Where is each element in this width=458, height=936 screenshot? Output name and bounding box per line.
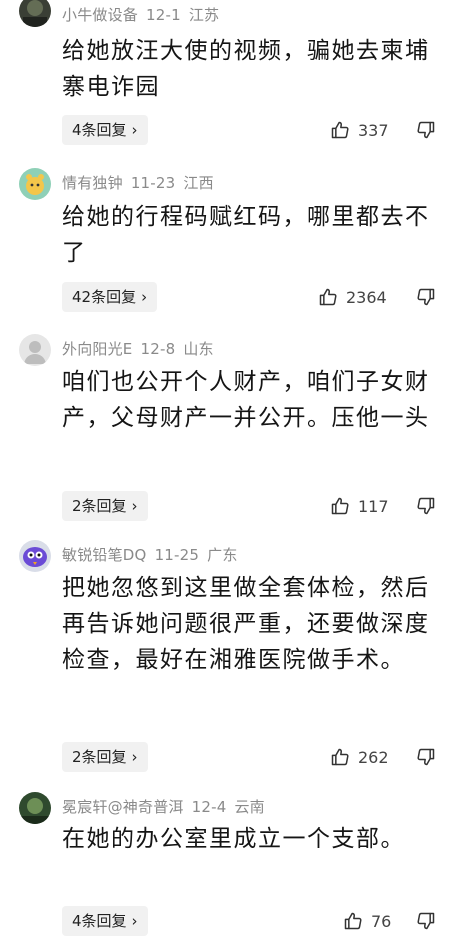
comment-text: 给她的行程码赋红码，哪里都去不了 [62, 204, 430, 266]
comment-meta: 冕宸轩@神奇普洱 12-4 云南 [62, 796, 273, 817]
username[interactable]: 敏锐铅笔DQ [62, 546, 147, 564]
view-replies-button[interactable]: 42条回复 › [62, 282, 158, 312]
chevron-right-icon: › [141, 288, 148, 306]
comment-text: 在她的办公室里成立一个支部。 [62, 826, 405, 852]
thumbs-up-icon [344, 912, 362, 930]
comment-date: 12-4 [191, 798, 227, 816]
comment-text: 把她忽悠到这里做全套体检，然后再告诉她问题很严重，还要做深度检查，最好在湘雅医院… [62, 575, 430, 673]
comment-meta: 外向阳光E 12-8 山东 [62, 338, 222, 359]
chevron-right-icon: › [131, 121, 138, 139]
chevron-right-icon: › [131, 497, 138, 515]
like-button[interactable]: 76 [343, 906, 423, 936]
comment-date: 11-23 [130, 174, 176, 192]
like-button[interactable]: 337 [330, 115, 410, 145]
view-replies-button[interactable]: 4条回复 › [62, 906, 148, 936]
chevron-right-icon: › [131, 912, 138, 930]
reply-count: 42条回复 [72, 288, 137, 306]
like-count: 337 [358, 120, 389, 140]
like-button[interactable]: 2364 [318, 282, 398, 312]
thumbs-up-icon [331, 121, 349, 139]
avatar[interactable] [19, 168, 51, 200]
dislike-button[interactable] [416, 282, 440, 312]
comment-location: 广东 [207, 546, 238, 564]
comment-date: 12-1 [146, 6, 181, 24]
comment-meta: 敏锐铅笔DQ 11-25 广东 [62, 544, 246, 565]
username[interactable]: 情有独钟 [62, 174, 123, 192]
reply-count: 4条回复 [72, 121, 127, 139]
chevron-right-icon: › [131, 748, 138, 766]
reply-count: 4条回复 [72, 912, 127, 930]
thumbs-down-icon [417, 748, 435, 766]
username[interactable]: 冕宸轩@神奇普洱 [62, 798, 184, 816]
thumbs-up-icon [331, 497, 349, 515]
thumbs-down-icon [417, 912, 435, 930]
thumbs-up-icon [331, 748, 349, 766]
reply-count: 2条回复 [72, 497, 127, 515]
avatar[interactable] [19, 540, 51, 572]
dislike-button[interactable] [416, 115, 440, 145]
comment-location: 江苏 [188, 6, 220, 24]
comment-date: 12-8 [140, 340, 176, 358]
like-button[interactable]: 117 [330, 491, 410, 521]
comment-text: 咱们也公开个人财产，咱们子女财产，父母财产一并公开。压他一头 [62, 369, 430, 431]
thumbs-down-icon [417, 497, 435, 515]
like-count: 262 [358, 747, 389, 767]
like-count: 117 [358, 496, 389, 516]
comment-text: 给她放汪大使的视频，骗她去柬埔寨电诈园 [62, 38, 430, 100]
dislike-button[interactable] [416, 906, 440, 936]
like-button[interactable]: 262 [330, 742, 410, 772]
thumbs-up-icon [319, 288, 337, 306]
reply-count: 2条回复 [72, 748, 127, 766]
avatar[interactable] [19, 792, 51, 824]
comment-location: 山东 [183, 340, 214, 358]
dislike-button[interactable] [416, 742, 440, 772]
comment-location: 江西 [183, 174, 214, 192]
thumbs-down-icon [417, 288, 435, 306]
view-replies-button[interactable]: 4条回复 › [62, 115, 148, 145]
comment-meta: 小牛做设备 12-1 江苏 [62, 4, 227, 25]
view-replies-button[interactable]: 2条回复 › [62, 742, 148, 772]
thumbs-down-icon [417, 121, 435, 139]
username[interactable]: 外向阳光E [62, 340, 132, 358]
comment-meta: 情有独钟 11-23 江西 [62, 172, 222, 193]
like-count: 76 [371, 911, 392, 931]
like-count: 2364 [346, 287, 387, 307]
avatar[interactable] [19, 0, 51, 27]
username[interactable]: 小牛做设备 [62, 6, 138, 24]
comment-location: 云南 [234, 798, 265, 816]
view-replies-button[interactable]: 2条回复 › [62, 491, 148, 521]
dislike-button[interactable] [416, 491, 440, 521]
comment-date: 11-25 [154, 546, 200, 564]
avatar[interactable] [19, 334, 51, 366]
